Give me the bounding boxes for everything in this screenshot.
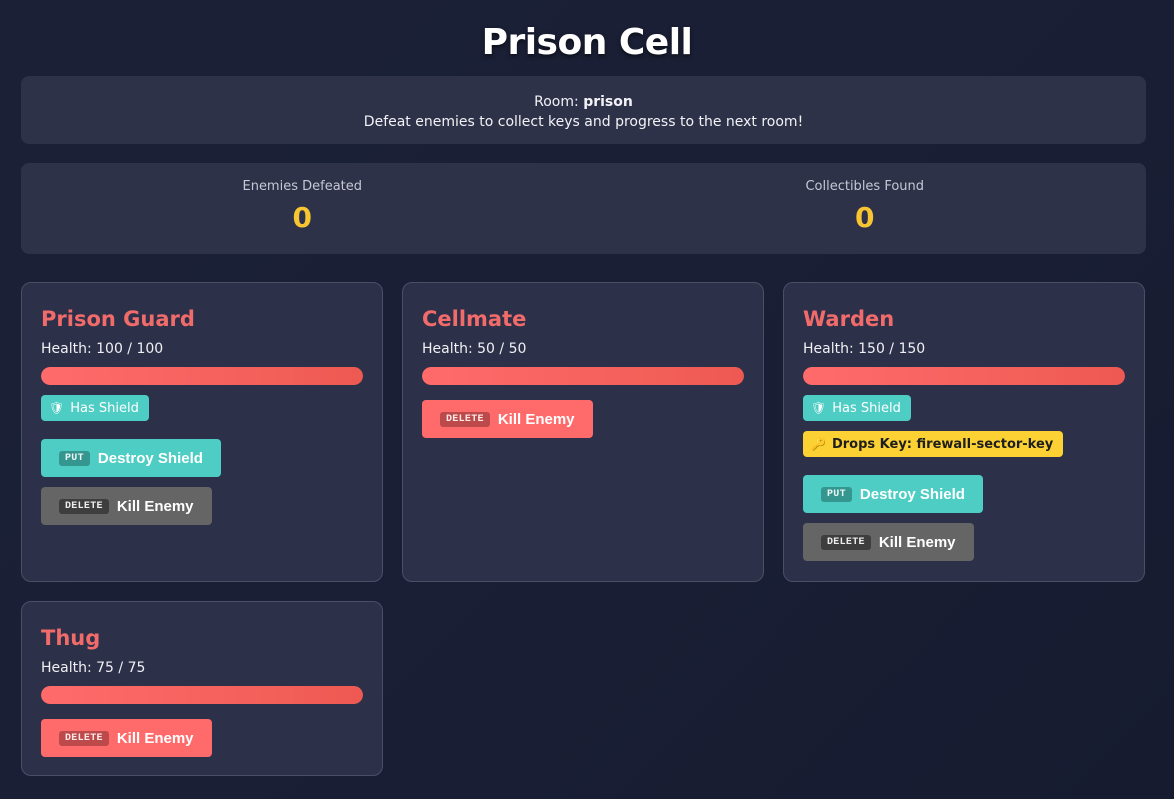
button-label: Kill Enemy <box>497 410 575 428</box>
room-line: Room: prison <box>21 92 1146 112</box>
button-label: Kill Enemy <box>116 497 194 515</box>
health-text: Health: 50 / 50 <box>422 341 527 357</box>
health-bar <box>41 686 363 704</box>
kill-enemy-button[interactable]: DELETE Kill Enemy <box>422 400 593 438</box>
health-bar <box>422 367 744 385</box>
room-info-panel: Room: prison Defeat enemies to collect k… <box>21 76 1146 144</box>
enemy-card-cellmate: Cellmate Health: 50 / 50 DELETE Kill Ene… <box>402 282 764 582</box>
http-method-tag: DELETE <box>440 411 490 427</box>
key-icon: 🔑 <box>811 437 826 451</box>
stat-label: Collectibles Found <box>805 179 925 194</box>
enemy-name: Cellmate <box>422 307 527 331</box>
button-label: Destroy Shield <box>97 449 203 467</box>
button-label: Kill Enemy <box>878 533 956 551</box>
http-method-tag: PUT <box>821 486 852 502</box>
destroy-shield-button[interactable]: PUT Destroy Shield <box>41 439 221 477</box>
health-bar-fill <box>41 686 363 704</box>
health-bar <box>803 367 1125 385</box>
room-name: prison <box>583 94 633 110</box>
shield-badge-label: Has Shield <box>70 401 139 416</box>
stat-enemies-defeated: Enemies Defeated 0 <box>21 163 584 254</box>
stat-collectibles-found: Collectibles Found 0 <box>584 163 1147 254</box>
key-badge-label: Drops Key: firewall-sector-key <box>831 437 1054 452</box>
health-bar <box>41 367 363 385</box>
button-label: Destroy Shield <box>859 485 965 503</box>
enemy-name: Prison Guard <box>41 307 195 331</box>
shield-badge: 🛡 Has Shield <box>41 395 149 421</box>
shield-icon: 🛡 <box>811 401 827 415</box>
health-text: Health: 100 / 100 <box>41 341 164 357</box>
kill-enemy-button[interactable]: DELETE Kill Enemy <box>41 719 212 757</box>
stat-label: Enemies Defeated <box>242 179 363 194</box>
kill-enemy-button[interactable]: DELETE Kill Enemy <box>803 523 974 561</box>
stat-value: 0 <box>292 201 312 234</box>
http-method-tag: DELETE <box>59 498 109 514</box>
enemy-card-warden: Warden Health: 150 / 150 🛡 Has Shield 🔑 Dr… <box>783 282 1145 582</box>
room-label: Room: <box>534 94 579 110</box>
key-badge: 🔑 Drops Key: firewall-sector-key <box>803 431 1064 457</box>
http-method-tag: DELETE <box>821 534 871 550</box>
enemy-card-prison-guard: Prison Guard Health: 100 / 100 🛡 Has Shie… <box>21 282 383 582</box>
http-method-tag: PUT <box>59 450 90 466</box>
page-title: Prison Cell <box>481 22 693 63</box>
shield-badge-label: Has Shield <box>832 401 901 416</box>
kill-enemy-button[interactable]: DELETE Kill Enemy <box>41 487 212 525</box>
room-description: Defeat enemies to collect keys and progr… <box>363 114 804 130</box>
shield-icon: 🛡 <box>49 401 65 415</box>
health-bar-fill <box>803 367 1125 385</box>
http-method-tag: DELETE <box>59 730 109 746</box>
button-label: Kill Enemy <box>116 729 194 747</box>
stat-value: 0 <box>855 201 875 234</box>
shield-badge: 🛡 Has Shield <box>803 395 911 421</box>
destroy-shield-button[interactable]: PUT Destroy Shield <box>803 475 983 513</box>
health-bar-fill <box>422 367 744 385</box>
enemy-name: Thug <box>41 626 101 650</box>
stats-panel: Enemies Defeated 0 Collectibles Found 0 <box>21 163 1146 254</box>
enemy-card-thug: Thug Health: 75 / 75 DELETE Kill Enemy <box>21 601 383 776</box>
health-text: Health: 150 / 150 <box>803 341 926 357</box>
health-bar-fill <box>41 367 363 385</box>
enemy-name: Warden <box>803 307 895 331</box>
health-text: Health: 75 / 75 <box>41 660 146 676</box>
